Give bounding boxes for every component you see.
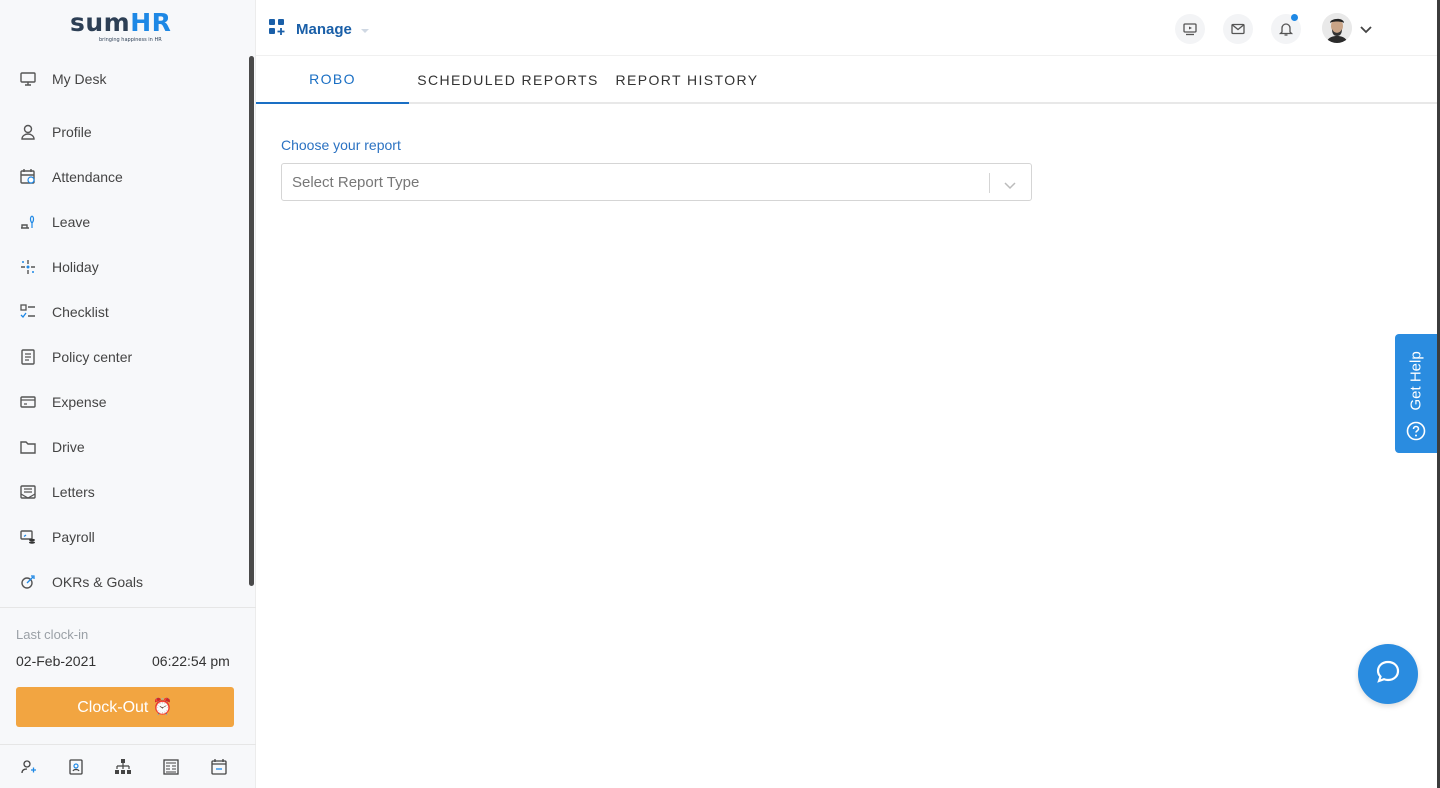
tab-scheduled-reports[interactable]: SCHEDULED REPORTS [416, 56, 600, 104]
sidebar-item-label: Expense [52, 393, 107, 410]
sidebar-item-leave[interactable]: Leave [0, 199, 248, 244]
add-user-icon[interactable] [18, 756, 39, 778]
report-type-placeholder: Select Report Type [292, 174, 420, 191]
calendar-icon[interactable] [208, 756, 229, 778]
card-icon [18, 392, 38, 412]
logo-tagline: bringing happiness in HR [99, 37, 162, 43]
mail-icon[interactable] [1223, 14, 1253, 44]
payroll-icon [18, 527, 38, 547]
tab-robo[interactable]: ROBO [256, 56, 409, 104]
sidebar-item-label: Drive [52, 438, 85, 455]
news-icon[interactable] [161, 756, 182, 778]
sidebar-item-label: My Desk [52, 70, 107, 87]
report-type-select[interactable]: Select Report Type [281, 163, 1032, 201]
report-tabs: ROBO SCHEDULED REPORTS REPORT HISTORY [256, 56, 1440, 104]
quick-actions-bar [0, 744, 256, 788]
notification-dot [1291, 14, 1298, 21]
sidebar-item-expense[interactable]: Expense [0, 379, 248, 424]
directory-icon[interactable] [66, 756, 87, 778]
sidebar-item-label: Policy center [52, 348, 133, 365]
sidebar-item-profile[interactable]: Profile [0, 109, 248, 154]
sidebar-item-holiday[interactable]: Holiday [0, 244, 248, 289]
leave-icon [18, 212, 38, 232]
chevron-down-icon[interactable] [1003, 176, 1017, 195]
calendar-clock-icon [18, 167, 38, 187]
caret-down-icon [360, 20, 370, 39]
chat-button[interactable] [1358, 644, 1418, 704]
manage-label: Manage [296, 20, 352, 38]
sidebar-item-policy-center[interactable]: Policy center [0, 334, 248, 379]
app: sumHR bringing happiness in HR My Desk P… [0, 0, 1440, 788]
sidebar-item-label: OKRs & Goals [52, 573, 144, 590]
logo-sum-text: sum [70, 8, 131, 37]
video-icon[interactable] [1175, 14, 1205, 44]
sidebar-scrollbar[interactable] [249, 56, 254, 586]
logo-hr-text: HR [130, 8, 172, 37]
monitor-icon [18, 69, 38, 89]
sidebar-item-okrs-goals[interactable]: OKRs & Goals [0, 559, 248, 604]
sidebar-item-checklist[interactable]: Checklist [0, 289, 248, 334]
help-icon [1406, 421, 1426, 445]
bell-icon[interactable] [1271, 14, 1301, 44]
sidebar-item-label: Checklist [52, 303, 109, 320]
sidebar: sumHR bringing happiness in HR My Desk P… [0, 0, 256, 788]
sparkle-icon [18, 257, 38, 277]
goals-icon [18, 572, 38, 592]
sidebar-item-drive[interactable]: Drive [0, 424, 248, 469]
sidebar-item-label: Attendance [52, 168, 123, 185]
tab-report-history[interactable]: REPORT HISTORY [614, 56, 760, 104]
sumhr-logo[interactable]: sumHR bringing happiness in HR [70, 10, 182, 48]
sidebar-menu: My Desk Profile Attendance Leave Holiday… [0, 56, 248, 604]
top-bar: Manage [256, 0, 1440, 56]
checklist-icon [18, 302, 38, 322]
sidebar-item-letters[interactable]: Letters [0, 469, 248, 514]
sidebar-divider [0, 607, 256, 608]
grid-add-icon [268, 18, 286, 40]
manage-menu[interactable]: Manage [268, 18, 370, 40]
chat-bubble-icon [1374, 658, 1402, 690]
choose-report-label: Choose your report [281, 137, 401, 153]
sidebar-item-label: Leave [52, 213, 91, 230]
get-help-button[interactable]: Get Help [1395, 334, 1437, 453]
clock-out-button[interactable]: Clock-Out ⏰ [16, 687, 234, 727]
last-clock-in-date: 02-Feb-2021 [16, 653, 97, 669]
document-icon [18, 347, 38, 367]
letters-icon [18, 482, 38, 502]
folder-icon [18, 437, 38, 457]
sidebar-item-label: Payroll [52, 528, 95, 545]
sidebar-item-label: Letters [52, 483, 95, 500]
last-clock-in-label: Last clock-in [16, 627, 89, 642]
get-help-label: Get Help [1407, 351, 1425, 411]
sidebar-item-label: Profile [52, 123, 92, 140]
sidebar-item-payroll[interactable]: Payroll [0, 514, 248, 559]
user-icon [18, 122, 38, 142]
avatar[interactable] [1322, 13, 1352, 43]
sidebar-item-attendance[interactable]: Attendance [0, 154, 248, 199]
sidebar-item-my-desk[interactable]: My Desk [0, 56, 248, 101]
select-separator [989, 173, 990, 193]
chevron-down-icon[interactable] [1360, 20, 1372, 39]
last-clock-in-time: 06:22:54 pm [152, 653, 230, 669]
sidebar-item-label: Holiday [52, 258, 99, 275]
org-chart-icon[interactable] [113, 756, 134, 778]
